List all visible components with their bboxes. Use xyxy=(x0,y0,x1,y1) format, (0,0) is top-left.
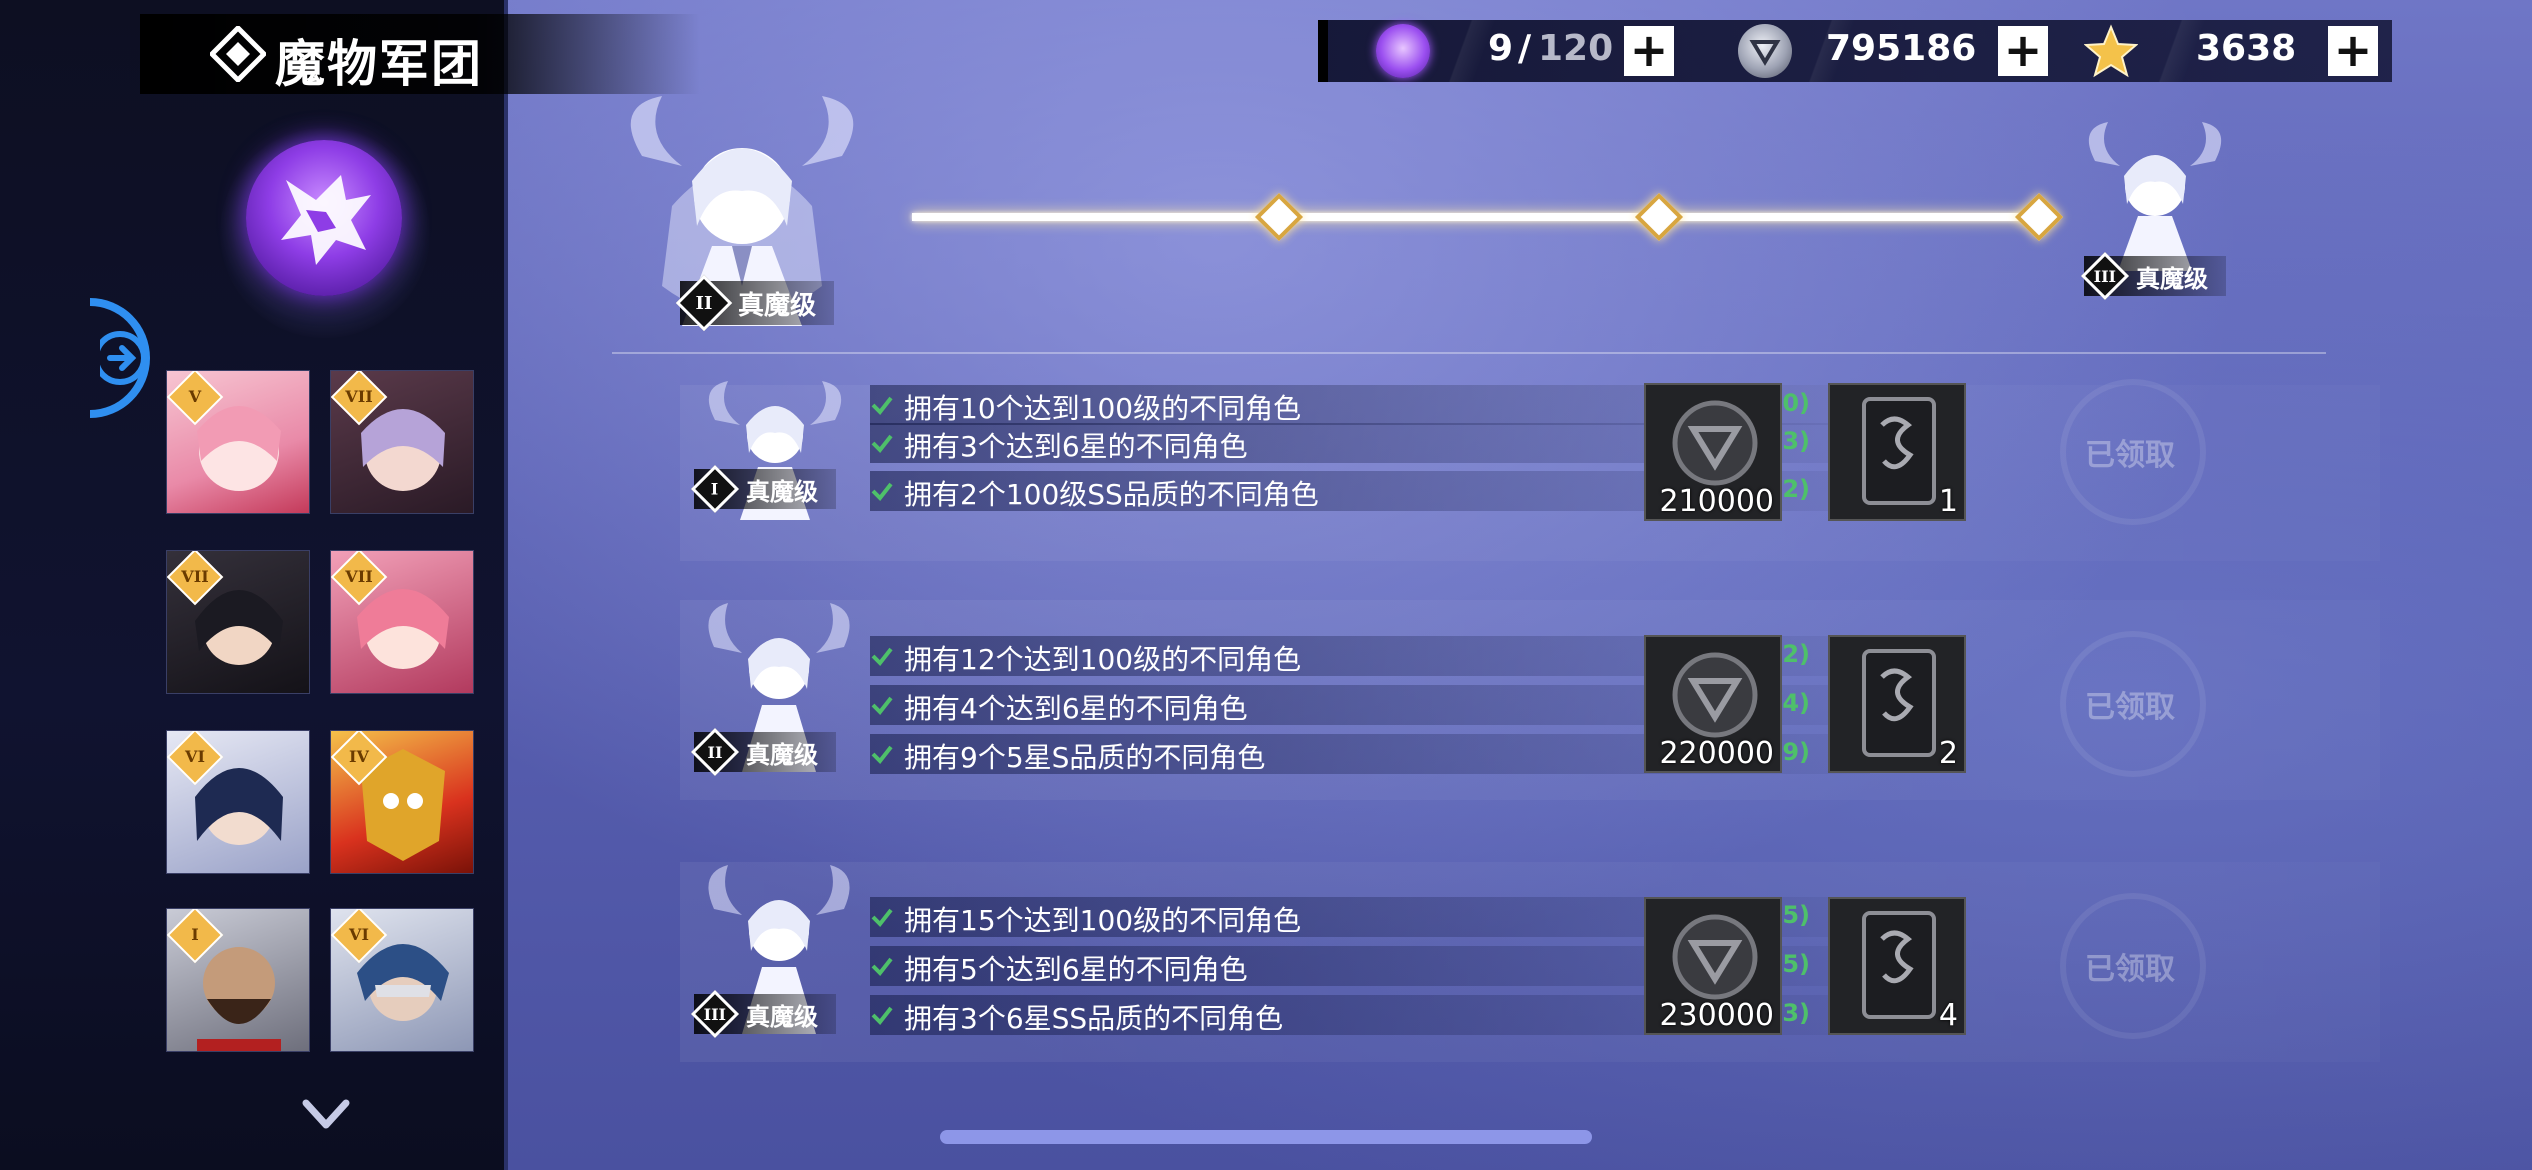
claimed-stamp-ring xyxy=(2060,631,2206,777)
check-icon xyxy=(871,396,893,416)
arrow-right-icon xyxy=(100,331,147,385)
tier-level-tag: III 真魔级 xyxy=(690,989,836,1039)
add-coins-button[interactable]: + xyxy=(1998,26,2048,76)
level-label: 真魔级 xyxy=(746,477,818,506)
character-card[interactable]: VI xyxy=(330,908,474,1052)
stamina-max: 120 xyxy=(1538,28,1614,69)
character-card[interactable]: V xyxy=(166,370,310,514)
level-diamond: II xyxy=(690,727,740,777)
claimed-stamp-ring xyxy=(2060,379,2206,525)
level-label: 真魔级 xyxy=(2136,264,2208,293)
character-card[interactable]: IV xyxy=(330,730,474,874)
reward-amount: 2 xyxy=(1938,736,1958,771)
tier-block: II 真魔级 拥有12个达到100级的不同角色 (12/12) 拥有4个达到6星… xyxy=(680,600,2380,815)
progress-bar xyxy=(912,213,2040,221)
title-bar: 魔物军团 xyxy=(140,14,700,94)
task-text: 拥有3个达到6星的不同角色 xyxy=(904,430,1248,463)
task-text: 拥有2个100级SS品质的不同角色 xyxy=(904,478,1319,511)
check-icon xyxy=(871,482,893,502)
sidebar-divider xyxy=(504,0,508,1170)
check-icon xyxy=(871,434,893,454)
reward-amount: 220000 xyxy=(1659,736,1774,771)
check-icon xyxy=(871,647,893,667)
purple-flame-orb-icon xyxy=(1376,24,1430,78)
character-card[interactable]: VII xyxy=(330,550,474,694)
character-card[interactable]: VI xyxy=(166,730,310,874)
check-icon xyxy=(871,696,893,716)
task-text: 拥有3个6星SS品质的不同角色 xyxy=(904,1002,1284,1035)
add-stamina-button[interactable]: + xyxy=(1624,26,1674,76)
section-divider xyxy=(612,352,2326,354)
star-amount: 3638 xyxy=(2196,28,2297,69)
add-stars-button[interactable]: + xyxy=(2328,26,2378,76)
tier-block: III 真魔级 拥有15个达到100级的不同角色 (15/15) 拥有5个达到6… xyxy=(680,862,2380,1077)
resource-bar-accent xyxy=(1318,20,1328,82)
level-diamond: III xyxy=(2080,251,2130,301)
back-diamond-icon[interactable] xyxy=(210,26,266,82)
check-icon xyxy=(871,745,893,765)
tier-level-tag: I 真魔级 xyxy=(690,464,836,514)
tier-level-tag: II 真魔级 xyxy=(690,727,836,777)
reward-amount: 210000 xyxy=(1659,484,1774,519)
purple-demon-crest-icon xyxy=(246,140,402,296)
character-card[interactable]: VII xyxy=(330,370,474,514)
task-text: 拥有4个达到6星的不同角色 xyxy=(904,692,1248,725)
sidebar: V VII VII VII VI IV I VI xyxy=(0,0,508,1170)
level-label: 真魔级 xyxy=(738,290,817,321)
expand-panel-button[interactable] xyxy=(90,298,150,418)
level-label: 真魔级 xyxy=(746,740,818,769)
level-diamond: I xyxy=(690,464,740,514)
card-reward[interactable]: 2 xyxy=(1828,635,1966,773)
card-reward[interactable]: 1 xyxy=(1828,383,1966,521)
chevron-down-icon[interactable] xyxy=(300,1095,352,1135)
gold-star-icon xyxy=(2084,24,2138,78)
coin-reward[interactable]: 210000 xyxy=(1644,383,1782,521)
task-text: 拥有10个达到100级的不同角色 xyxy=(904,392,1302,425)
current-level-tag: II 真魔级 xyxy=(675,274,835,332)
horizontal-scrollbar[interactable] xyxy=(940,1130,1592,1144)
task-text: 拥有15个达到100级的不同角色 xyxy=(904,904,1302,937)
task-text: 拥有5个达到6星的不同角色 xyxy=(904,953,1248,986)
reward-amount: 4 xyxy=(1938,998,1958,1033)
level-label: 真魔级 xyxy=(746,1002,818,1031)
card-reward[interactable]: 4 xyxy=(1828,897,1966,1035)
check-icon xyxy=(871,1006,893,1026)
stamina-current: 9 xyxy=(1488,28,1514,69)
next-level-tag: III 真魔级 xyxy=(2080,251,2226,301)
claimed-status: 已领取 xyxy=(2030,379,2230,525)
character-card[interactable]: VII xyxy=(166,550,310,694)
coin-reward[interactable]: 230000 xyxy=(1644,897,1782,1035)
character-card[interactable]: I xyxy=(166,908,310,1052)
check-icon xyxy=(871,908,893,928)
task-text: 拥有12个达到100级的不同角色 xyxy=(904,643,1302,676)
resource-bar: 9 / 120 + 795186 + 3638 + xyxy=(1318,20,2392,82)
page-title: 魔物军团 xyxy=(275,34,483,93)
reward-amount: 1 xyxy=(1938,484,1958,519)
stamina-separator: / xyxy=(1518,28,1532,69)
claimed-stamp-ring xyxy=(2060,893,2206,1039)
check-icon xyxy=(871,957,893,977)
next-level-avatar xyxy=(2088,122,2222,271)
claimed-status: 已领取 xyxy=(2030,631,2230,777)
coin-reward[interactable]: 220000 xyxy=(1644,635,1782,773)
level-diamond: II xyxy=(675,274,733,332)
tier-block: I 真魔级 拥有10个达到100级的不同角色 (10/10) 拥有3个达到6星的… xyxy=(680,379,2380,561)
level-diamond: III xyxy=(690,989,740,1039)
reward-amount: 230000 xyxy=(1659,998,1774,1033)
coin-amount: 795186 xyxy=(1826,28,1977,69)
triangle-coin-icon xyxy=(1738,24,1792,78)
claimed-status: 已领取 xyxy=(2030,893,2230,1039)
task-text: 拥有9个5星S品质的不同角色 xyxy=(904,741,1266,774)
